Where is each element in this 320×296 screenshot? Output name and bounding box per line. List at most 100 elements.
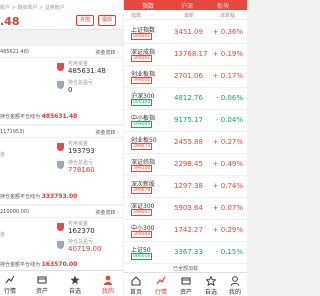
latest-price: 1742.27	[174, 226, 203, 234]
profit-loss-label: 持仓总盈亏	[68, 160, 94, 166]
total-label: 持仓金额平仓线为	[0, 114, 41, 120]
index-code: 399001	[131, 55, 153, 62]
quote-row[interactable]: 中小板指 399005 9175.17- 0.04%	[124, 110, 247, 132]
load-complete-text: 已全部加载	[172, 266, 198, 272]
account-header: 账户 > 融资账户 > 证券账户 .48 充值 提现	[0, 0, 123, 30]
tab-label: 自选	[68, 288, 81, 295]
fund-transfer-link[interactable]: 资金流转 ›	[95, 209, 119, 216]
fund-transfer-label: 资金流转	[95, 210, 116, 216]
change-percent: + 0.27%	[212, 138, 243, 146]
index-code: 000001	[131, 33, 153, 40]
quote-row[interactable]: 创业板指 399006 2701.06 + 0.17%	[124, 66, 247, 88]
quote-row[interactable]: 深证成指 399001 13768.17 + 0.19%	[124, 44, 247, 66]
tab-sector[interactable]: 板块	[217, 1, 229, 10]
available-funds-value: 485631.48	[68, 67, 106, 75]
shield-icon	[57, 161, 64, 169]
shield-icon	[57, 81, 64, 89]
tab-watchlist[interactable]: 自选	[199, 273, 223, 296]
available-funds-label: 可用资金	[68, 61, 89, 67]
profit-loss-value: 0	[68, 86, 73, 94]
account-pane: 账户 > 融资账户 > 证券账户 .48 充值 提现 485621.48) 资金…	[0, 0, 123, 296]
tab-assets[interactable]: 资产	[30, 271, 54, 296]
quote-row[interactable]: 创业板50 399673 2455.88 + 0.27%	[124, 132, 247, 154]
available-funds-value: 193793	[68, 147, 95, 155]
column-change: 涨跌幅	[220, 13, 236, 19]
index-code: 399673	[131, 143, 153, 150]
chart-icon	[5, 275, 15, 284]
change-percent: + 0.17%	[212, 72, 243, 80]
quote-row[interactable]: 深证300 399007 5903.64 + 0.07%	[124, 198, 247, 220]
withdraw-button[interactable]: 提现	[98, 15, 117, 26]
wallet-icon	[37, 276, 47, 284]
column-name: 指数	[131, 13, 142, 19]
fund-transfer-link[interactable]: 资金流转 ›	[95, 49, 119, 56]
tab-market[interactable]: 行情	[0, 271, 22, 296]
breadcrumb: 账户 > 融资账户 > 证券账户	[0, 5, 65, 11]
quote-row[interactable]: 深次新股 399678 1297.38 + 0.74%	[124, 176, 247, 198]
available-funds-label: 可用资金	[68, 221, 89, 227]
card-total: 持仓金额平仓线为 485631.48	[0, 113, 77, 120]
total-value: 163570.00	[41, 261, 78, 268]
shield-icon	[57, 63, 64, 71]
chart-icon	[156, 276, 166, 285]
tab-label: 我的	[228, 289, 241, 296]
star-icon	[206, 276, 216, 286]
account-card: 1171953) 资金流转 › 金 可用资金 193793 持仓总盈亏 7781…	[0, 126, 123, 204]
latest-price: 5903.64	[174, 204, 203, 212]
index-code: 399106	[131, 165, 153, 172]
chevron-right-icon: ›	[117, 130, 119, 136]
home-icon	[131, 276, 141, 286]
chevron-right-icon: ›	[117, 210, 119, 216]
account-card: 210000.00) 资金流转 › 金 可用资金 162370 持仓总盈亏 40…	[0, 206, 123, 270]
row-prefix: 金	[0, 152, 6, 158]
latest-price: 4812.76	[174, 94, 203, 102]
bottom-tab-bar: 行情 资产 自选 我的	[0, 270, 123, 296]
tab-label: 行情	[154, 289, 167, 296]
card-header: 210000.00) 资金流转 ›	[0, 206, 123, 218]
change-percent: + 0.19%	[212, 50, 243, 58]
shield-icon	[57, 241, 64, 249]
change-percent: - 0.15%	[216, 248, 243, 256]
tab-label: 资产	[35, 288, 48, 295]
profit-loss-value: 778160	[68, 166, 95, 174]
available-funds-value: 162370	[68, 227, 95, 235]
shield-icon	[57, 223, 64, 231]
quote-row[interactable]: 中小300 399008 1742.27 + 0.29%	[124, 220, 247, 242]
market-tabs: 指数 沪深 板块	[124, 0, 247, 10]
quote-row[interactable]: 上证指数 000001 3451.09 + 0.36%	[124, 22, 247, 44]
change-percent: - 0.06%	[216, 94, 243, 102]
tab-index[interactable]: 指数	[142, 1, 154, 10]
fund-transfer-label: 资金流转	[95, 50, 116, 56]
latest-price: 1297.38	[174, 182, 203, 190]
tab-mine[interactable]: 我的	[96, 271, 120, 296]
tab-assets[interactable]: 资产	[174, 273, 198, 296]
total-amount: .48	[0, 15, 20, 28]
user-icon	[103, 275, 113, 285]
quote-row[interactable]: 深证综指 399106 2298.45 + 0.49%	[124, 154, 247, 176]
tab-label: 资产	[179, 289, 192, 296]
tab-mine[interactable]: 我的	[223, 273, 247, 296]
tab-home[interactable]: 首页	[124, 273, 148, 296]
wallet-icon	[181, 277, 191, 285]
tab-label: 首页	[129, 289, 142, 296]
total-value: 333793.00	[41, 193, 78, 200]
tab-label: 自选	[204, 289, 217, 296]
deposit-button[interactable]: 充值	[76, 15, 95, 26]
tab-shanghai-shenzhen[interactable]: 沪深	[181, 1, 193, 10]
column-header: 指数 最新 涨跌幅	[124, 10, 247, 20]
tab-label: 我的	[101, 288, 114, 295]
latest-price: 9175.17	[174, 116, 203, 124]
change-percent: - 0.04%	[216, 116, 243, 124]
latest-price: 2701.06	[174, 72, 203, 80]
column-latest: 最新	[184, 13, 195, 19]
change-percent: + 0.74%	[212, 182, 243, 190]
quote-row[interactable]: 上证50 000016 3367.33- 0.15%	[124, 242, 247, 264]
tab-watchlist[interactable]: 自选	[63, 271, 87, 296]
quote-row[interactable]: 沪深300 000300 4812.76- 0.06%	[124, 88, 247, 110]
latest-price: 2455.88	[174, 138, 203, 146]
card-code: 210000.00)	[0, 209, 29, 215]
fund-transfer-link[interactable]: 资金流转 ›	[95, 129, 119, 136]
tab-market[interactable]: 行情	[149, 273, 173, 296]
card-total: 持仓金额平仓线为 333793.00	[0, 193, 77, 200]
tab-label: 行情	[3, 288, 16, 295]
